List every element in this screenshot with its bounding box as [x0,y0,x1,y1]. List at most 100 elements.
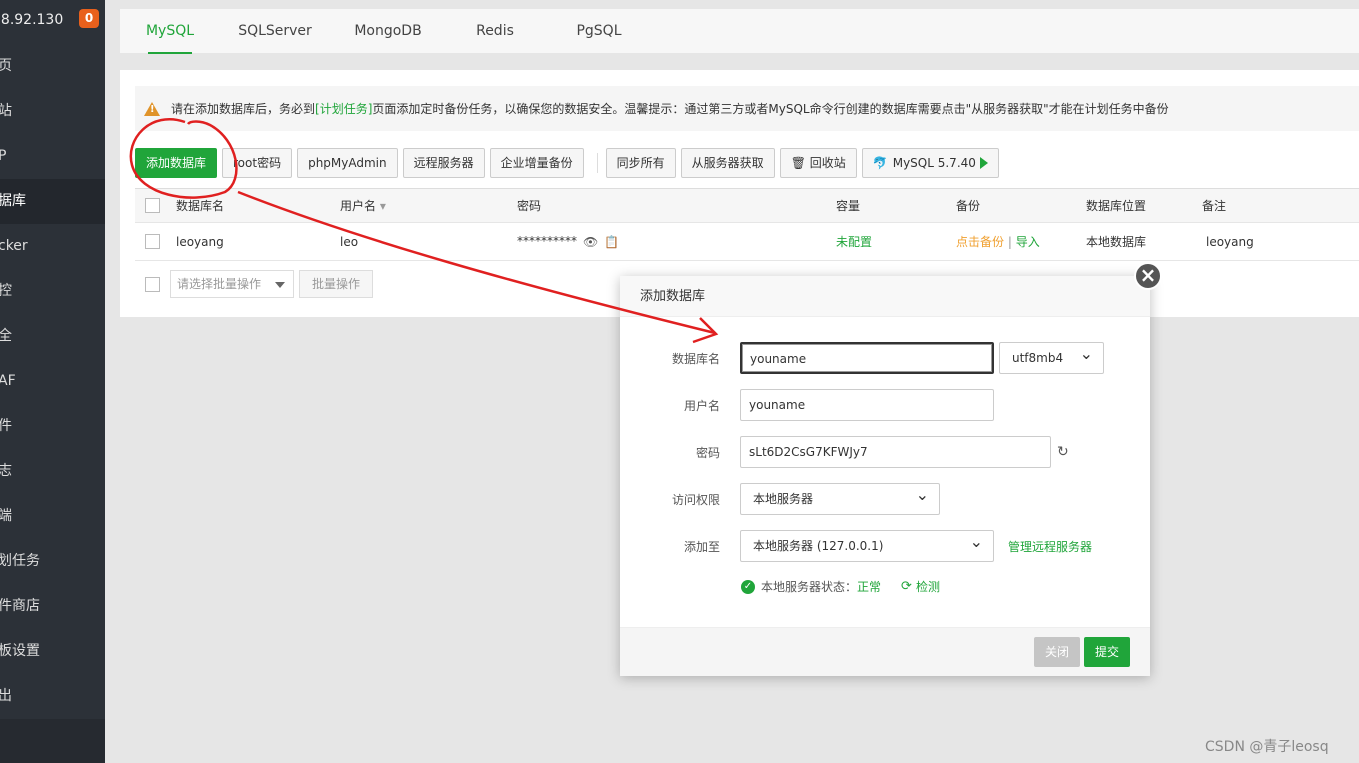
phpmyadmin-button[interactable]: phpMyAdmin [297,148,398,178]
notice-prefix: 请在添加数据库后，务必到 [171,102,316,116]
play-icon [979,157,988,169]
sidebar-item-monitor[interactable]: 控 [0,269,105,314]
mysql-version-button[interactable]: 🐬 MySQL 5.7.40 [861,148,999,178]
close-icon[interactable]: × [1134,262,1162,290]
warning-icon [144,101,160,116]
access-row: 访问权限 本地服务器 [620,480,940,515]
sidebar-item-label: 出 [0,688,12,704]
sidebar-item-docker[interactable]: cker [0,224,105,269]
db-name-cell[interactable]: leoyang [176,235,224,249]
access-select[interactable]: 本地服务器 [740,480,940,515]
sidebar-item-store[interactable]: 件商店 [0,584,105,629]
add-to-label: 添加至 [683,539,720,554]
col-header-password: 密码 [517,199,542,213]
notice-suffix: 页面添加定时备份任务，以确保您的数据安全。温馨提示：通过第三方或者MySQL命令… [372,102,1169,116]
tab-mongodb[interactable]: MongoDB [330,9,446,54]
col-header-user[interactable]: 用户名 ▾ [340,197,386,214]
recycle-bin-button[interactable]: 🗑 回收站 [779,148,857,178]
sidebar-item-waf[interactable]: AF [0,359,105,404]
masked-password: ********** [517,234,577,249]
add-database-dialog: 添加数据库 × 数据库名 youname utf8mb4 用户名 youname… [620,262,1162,676]
db-user-cell: leo [340,234,359,249]
eye-icon[interactable]: 👁 [583,235,598,249]
sidebar-footer [0,719,105,763]
row-checkbox[interactable] [145,234,160,249]
sidebar-item-label: 控 [0,283,12,299]
manage-remote-server-link[interactable]: 管理远程服务器 [1008,538,1092,555]
batch-action-button[interactable]: 批量操作 [299,270,374,298]
sidebar-item-home[interactable]: 页 [0,44,105,89]
sidebar-item-files[interactable]: 件 [0,404,105,449]
db-name-input[interactable]: youname [740,342,994,374]
add-to-select[interactable]: 本地服务器 (127.0.0.1) [740,527,994,562]
sidebar-item-label: 端 [0,508,12,524]
col-header-name: 数据库名 [176,199,225,213]
db-toolbar: 添加数据库 root密码 phpMyAdmin 远程服务器 企业增量备份 同步所… [135,148,1004,178]
tab-mysql[interactable]: MySQL [120,9,220,54]
sidebar: 58.92.130 0 页 站 P 据库 cker 控 全 AF 件 志 端 划… [0,0,105,763]
sort-down-icon: ▾ [379,199,386,213]
sidebar-item-label: 志 [0,463,12,479]
db-password-cell: ********** 👁 📋 [517,234,619,249]
select-all-checkbox[interactable] [145,198,160,213]
sidebar-item-terminal[interactable]: 端 [0,494,105,539]
sidebar-item-ftp[interactable]: P [0,134,105,179]
sidebar-item-label: 板设置 [0,643,40,659]
batch-select-all-checkbox[interactable] [145,276,160,292]
cron-link[interactable]: [计划任务] [315,100,372,117]
mysql-version-label: MySQL 5.7.40 [892,156,976,170]
trash-icon: 🗑 [790,156,810,170]
col-header-note: 备注 [1202,199,1227,213]
refresh-icon[interactable]: ↻ [1057,444,1069,460]
check-link[interactable]: 检测 [916,578,940,595]
sidebar-item-label: 站 [0,103,12,119]
refresh-circle-icon[interactable]: ⟳ [901,579,912,594]
copy-icon[interactable]: 📋 [604,235,619,249]
sidebar-item-database[interactable]: 据库 [0,179,105,224]
backup-now-link[interactable]: 点击备份 [956,235,1004,249]
sync-all-button[interactable]: 同步所有 [605,148,676,178]
location-cell: 本地数据库 [1086,235,1147,249]
csdn-watermark: CSDN @青子leosq [1205,739,1329,755]
tab-pgsql[interactable]: PgSQL [544,9,654,54]
import-link[interactable]: 导入 [1016,235,1040,249]
remote-server-button[interactable]: 远程服务器 [402,148,485,178]
add-database-button[interactable]: 添加数据库 [135,148,218,178]
capacity-cell[interactable]: 未配置 [836,233,872,250]
toolbar-divider [596,153,598,173]
server-status-value: 正常 [857,580,882,594]
sidebar-item-logout[interactable]: 出 [0,674,105,719]
sidebar-item-logs[interactable]: 志 [0,449,105,494]
dialog-footer: 关闭 提交 [620,627,1150,676]
fetch-from-server-button[interactable]: 从服务器获取 [680,148,775,178]
sidebar-item-security[interactable]: 全 [0,314,105,359]
submit-button[interactable]: 提交 [1084,637,1131,667]
col-header-capacity: 容量 [836,199,861,213]
tab-sqlserver[interactable]: SQLServer [220,9,330,54]
sidebar-item-label: 划任务 [0,553,40,569]
server-ip: 58.92.130 [0,12,64,28]
password-input[interactable]: sLt6D2CsG7KFWJy7 [740,436,1051,468]
sidebar-item-website[interactable]: 站 [0,89,105,134]
sidebar-item-label: P [0,148,7,164]
charset-select[interactable]: utf8mb4 [999,339,1104,374]
mysql-dolphin-icon: 🐬 [872,156,888,170]
user-input[interactable]: youname [740,389,994,421]
note-cell[interactable]: leoyang [1206,235,1254,249]
enterprise-backup-button[interactable]: 企业增量备份 [489,148,584,178]
sidebar-item-settings[interactable]: 板设置 [0,629,105,674]
close-button[interactable]: 关闭 [1034,637,1081,667]
col-header-location: 数据库位置 [1086,199,1147,213]
root-password-button[interactable]: root密码 [222,148,293,178]
add-to-row: 添加至 本地服务器 (127.0.0.1) 管理远程服务器 [620,527,1092,562]
db-name-label: 数据库名 [671,351,720,366]
batch-action-select[interactable]: 请选择批量操作 [170,270,294,298]
sidebar-header: 58.92.130 0 [0,0,105,40]
notification-badge[interactable]: 0 [79,9,99,28]
user-label: 用户名 [683,398,720,413]
tab-redis[interactable]: Redis [446,9,544,54]
backup-separator: | [1007,235,1012,249]
table-header-row: 数据库名 用户名 ▾ 密码 容量 备份 数据库位置 备注 [135,189,1359,223]
sidebar-item-label: 件商店 [0,598,40,614]
sidebar-item-cron[interactable]: 划任务 [0,539,105,584]
